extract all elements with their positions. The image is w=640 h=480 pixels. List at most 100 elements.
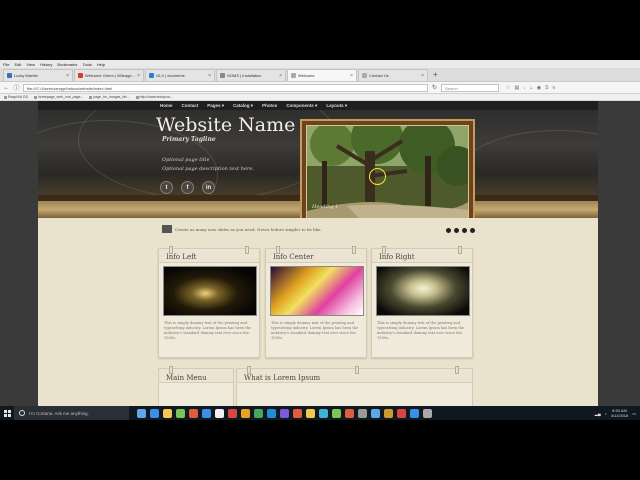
notifications-icon[interactable]: ▭: [632, 411, 636, 416]
nav-home[interactable]: Home: [160, 103, 173, 108]
nav-catalog[interactable]: Catalog ▾: [233, 103, 253, 109]
bookmark-item[interactable]: RaspiVid GS: [4, 95, 28, 99]
close-icon[interactable]: ×: [350, 73, 353, 79]
taskbar-app-icon[interactable]: [176, 408, 185, 418]
taskbar-app-icon[interactable]: [306, 408, 315, 418]
browser-tab[interactable]: NOMS | Installation ×: [216, 69, 286, 81]
facebook-icon[interactable]: f: [181, 181, 194, 194]
reading-list-icon[interactable]: ▤: [514, 85, 519, 91]
image-caption: Heading 1: [312, 204, 339, 210]
taskbar-app-icon[interactable]: [215, 408, 224, 418]
taskbar-app-icon[interactable]: [150, 408, 159, 418]
clip-decoration: [169, 366, 173, 374]
bookmark-label: page_for_images_list...: [93, 95, 130, 99]
browser-tab[interactable]: Welcome Green | Wileage... ×: [74, 69, 144, 81]
close-icon[interactable]: ×: [279, 73, 282, 79]
card-text: This is simply dummy text of the printin…: [377, 321, 465, 340]
browser-tab[interactable]: Lucky Marble ×: [3, 69, 73, 81]
slider-dot[interactable]: [462, 228, 467, 233]
skype-icon[interactable]: S: [545, 85, 548, 91]
bookmark-icon: [4, 95, 7, 99]
taskbar-app-icon[interactable]: [228, 408, 237, 418]
clip-decoration: [169, 246, 173, 254]
menu-icon[interactable]: ≡: [552, 85, 555, 91]
cortana-search[interactable]: I'm Cortana. Ask me anything.: [14, 406, 129, 420]
home-icon[interactable]: ⌂: [530, 85, 533, 91]
taskbar-app-icon[interactable]: [358, 408, 367, 418]
bookmark-item[interactable]: homepage_web_one_page...: [33, 95, 83, 99]
search-input[interactable]: Search: [441, 83, 499, 92]
browser-window: File Edit View History Bookmarks Tools H…: [0, 60, 640, 420]
tab-label: GLX | docments: [156, 73, 185, 78]
close-icon[interactable]: ×: [421, 73, 424, 79]
tab-favicon-icon: [149, 73, 154, 78]
tab-label: Welcome Green | Wileage...: [85, 73, 135, 78]
nav-components[interactable]: Components ▾: [286, 103, 317, 109]
close-icon[interactable]: ×: [208, 73, 211, 79]
taskbar-app-icon[interactable]: [371, 408, 380, 418]
taskbar-app-icon[interactable]: [163, 408, 172, 418]
taskbar-app-icon[interactable]: [410, 408, 419, 418]
nav-pages[interactable]: Pages ▾: [207, 103, 224, 109]
taskbar-app-icon[interactable]: [384, 408, 393, 418]
taskbar-app-icon[interactable]: [332, 408, 341, 418]
bookmark-item[interactable]: page_for_images_list...: [89, 95, 130, 99]
taskbar-app-icon[interactable]: [137, 408, 146, 418]
browser-tab[interactable]: Contact Us ×: [358, 69, 428, 81]
info-icon[interactable]: ⓘ: [13, 83, 20, 92]
desktop-screen: File Edit View History Bookmarks Tools H…: [0, 0, 640, 480]
slider-dot[interactable]: [446, 228, 451, 233]
url-bar[interactable]: file:///C:/Users/xampp/htdocs/website/in…: [23, 83, 428, 92]
slider-dot[interactable]: [454, 228, 459, 233]
nav-layouts[interactable]: Layouts ▾: [326, 103, 347, 109]
menu-edit[interactable]: Edit: [14, 62, 21, 67]
menu-bookmarks[interactable]: Bookmarks: [57, 62, 77, 67]
volume-icon[interactable]: ♪: [605, 411, 607, 416]
back-arrow-icon[interactable]: ←: [3, 85, 10, 91]
optional-page-description: Optional page description text here.: [162, 166, 254, 172]
taskbar-app-icon[interactable]: [254, 408, 263, 418]
clock[interactable]: 8:53 AM 4/11/2016: [611, 408, 629, 418]
close-icon[interactable]: ×: [137, 73, 140, 79]
taskbar-app-icon[interactable]: [319, 408, 328, 418]
system-tray: ▂▄ ♪ 8:53 AM 4/11/2016 ▭: [595, 406, 636, 420]
slider-dot[interactable]: [470, 228, 475, 233]
info-card-left: Info Left This is simply dummy text of t…: [158, 246, 260, 358]
bookmark-item[interactable]: http://www.techpros...: [135, 95, 173, 99]
taskbar-app-icon[interactable]: [423, 408, 432, 418]
network-icon[interactable]: ▂▄: [595, 411, 601, 416]
star-icon[interactable]: ☆: [506, 85, 510, 91]
taskbar-app-icon[interactable]: [241, 408, 250, 418]
browser-tab[interactable]: GLX | docments ×: [145, 69, 215, 81]
menu-file[interactable]: File: [3, 62, 9, 67]
new-tab-button[interactable]: +: [429, 69, 442, 81]
tab-label: NOMS | Installation: [227, 73, 262, 78]
taskbar-app-icon[interactable]: [280, 408, 289, 418]
clip-decoration: [455, 366, 459, 374]
linkedin-icon[interactable]: in: [202, 181, 215, 194]
clip-decoration: [276, 246, 280, 254]
menu-view[interactable]: View: [26, 62, 35, 67]
nav-contact[interactable]: Contact: [182, 103, 199, 108]
shield-icon[interactable]: ◉: [537, 85, 541, 91]
taskbar-app-icon[interactable]: [267, 408, 276, 418]
menu-help[interactable]: Help: [97, 62, 105, 67]
taskbar-app-icon[interactable]: [202, 408, 211, 418]
menu-history[interactable]: History: [40, 62, 52, 67]
close-icon[interactable]: ×: [66, 73, 69, 79]
taskbar-app-icon[interactable]: [397, 408, 406, 418]
browser-tab-active[interactable]: Welcome ×: [287, 69, 357, 81]
twitter-icon[interactable]: t: [160, 181, 173, 194]
nav-photos[interactable]: Photos: [262, 103, 277, 108]
download-icon[interactable]: ↓: [523, 85, 526, 91]
windows-logo-icon: [3, 409, 11, 417]
reload-icon[interactable]: ↻: [431, 84, 438, 91]
taskbar-app-icon[interactable]: [345, 408, 354, 418]
slide-text: Create as many new slides as you need. N…: [175, 227, 322, 232]
card-title: Info Center: [266, 249, 366, 263]
card-text: This is simply dummy text of the printin…: [164, 321, 252, 340]
taskbar-app-icon[interactable]: [189, 408, 198, 418]
start-button[interactable]: [0, 406, 14, 420]
menu-tools[interactable]: Tools: [82, 62, 91, 67]
taskbar-app-icon[interactable]: [293, 408, 302, 418]
